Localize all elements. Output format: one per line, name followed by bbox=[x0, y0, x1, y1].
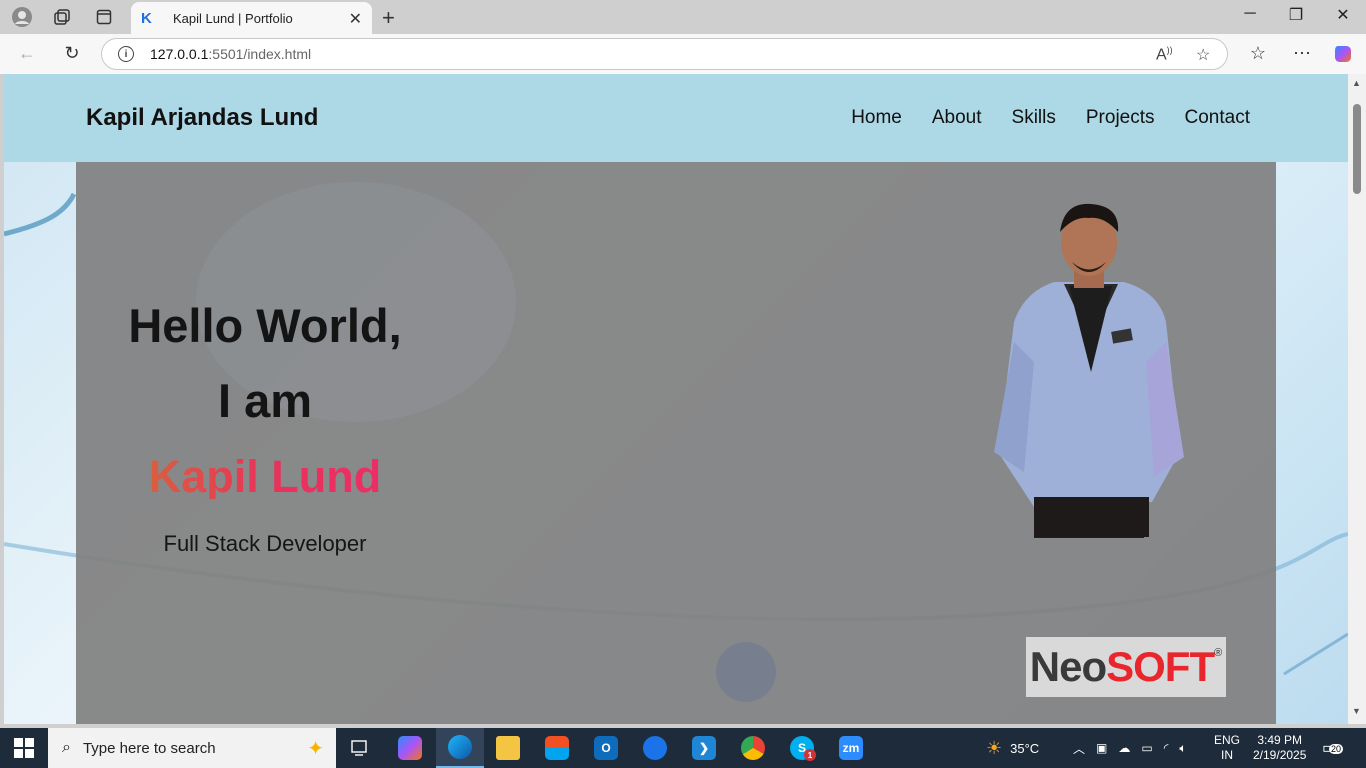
tab-actions-icon[interactable] bbox=[91, 5, 117, 29]
chrome-icon[interactable] bbox=[729, 728, 777, 768]
tab-portfolio[interactable]: K Kapil Lund | Portfolio ✕ bbox=[131, 2, 372, 34]
windows-start-icon[interactable] bbox=[14, 738, 34, 758]
new-tab-button[interactable]: + bbox=[382, 5, 395, 31]
hero-intro: I am bbox=[217, 374, 313, 427]
site-info-icon[interactable]: i bbox=[118, 46, 134, 62]
read-aloud-icon[interactable]: A)) bbox=[1156, 45, 1173, 64]
clock-date: 2/19/2025 bbox=[1253, 748, 1307, 762]
windows-taskbar: ⌕ Type here to search ✦ O ❯ S 1 zm ☀ 35°… bbox=[0, 728, 1366, 768]
hero-text: Hello World, I am Kapil Lund Full Stack … bbox=[76, 302, 454, 557]
tab-title: Kapil Lund | Portfolio bbox=[173, 10, 293, 26]
nav-home[interactable]: Home bbox=[851, 107, 902, 129]
microsoft-store-icon[interactable] bbox=[533, 728, 581, 768]
search-icon: ⌕ bbox=[62, 739, 71, 756]
search-highlight-icon[interactable]: ✦ bbox=[307, 736, 324, 761]
copilot-taskbar-icon[interactable] bbox=[386, 728, 434, 768]
close-window-icon[interactable]: ✕ bbox=[1328, 5, 1358, 25]
task-view-icon[interactable] bbox=[336, 728, 384, 768]
hero-section: Hello World, I am Kapil Lund Full Stack … bbox=[76, 162, 1276, 724]
edge-icon[interactable] bbox=[436, 728, 484, 768]
refresh-icon[interactable]: ↻ bbox=[60, 43, 84, 64]
notification-icon: ▭20 bbox=[1322, 738, 1344, 758]
back-icon[interactable]: ← bbox=[15, 43, 39, 64]
nav-contact[interactable]: Contact bbox=[1185, 107, 1250, 129]
scroll-up-icon[interactable]: ▲ bbox=[1352, 78, 1361, 88]
language-indicator[interactable]: ENG IN bbox=[1214, 728, 1240, 768]
taskbar-search[interactable]: ⌕ Type here to search ✦ bbox=[48, 728, 336, 768]
minimize-icon[interactable]: ─ bbox=[1235, 5, 1265, 23]
clock[interactable]: 3:49 PM 2/19/2025 bbox=[1253, 728, 1306, 768]
region-code: IN bbox=[1221, 748, 1233, 762]
skype-badge: 1 bbox=[804, 749, 816, 761]
hero-role: Full Stack Developer bbox=[163, 531, 367, 556]
device-icon[interactable]: ▣ bbox=[1096, 741, 1107, 755]
outlook-icon[interactable]: O bbox=[582, 728, 630, 768]
language-code: ENG bbox=[1214, 733, 1241, 747]
more-options-icon[interactable]: ⋯ bbox=[1290, 43, 1314, 64]
volume-icon[interactable]: 🔈︎ bbox=[1179, 741, 1186, 756]
file-explorer-icon[interactable] bbox=[484, 728, 532, 768]
close-tab-icon[interactable]: ✕ bbox=[349, 9, 362, 29]
workspaces-icon[interactable] bbox=[49, 5, 75, 29]
nav-projects[interactable]: Projects bbox=[1086, 107, 1155, 129]
weather-temp: 35°C bbox=[1010, 740, 1040, 756]
profile-icon[interactable] bbox=[9, 5, 35, 29]
favorites-icon[interactable]: ☆ bbox=[1246, 43, 1270, 64]
show-hidden-icons-icon[interactable]: ︿ bbox=[1073, 740, 1085, 757]
logo-registered-mark: ® bbox=[1214, 647, 1223, 659]
system-tray: ︿ ▣ ☁ ▭ ◜ 🔈︎ bbox=[1073, 728, 1187, 768]
neosoft-logo: Neo SOFT ® bbox=[1026, 637, 1226, 697]
url-path: :5501/index.html bbox=[208, 46, 312, 62]
notifications-button[interactable]: ▭20 bbox=[1322, 728, 1344, 768]
skype-icon[interactable]: S 1 bbox=[778, 728, 826, 768]
profile-photo bbox=[994, 203, 1184, 538]
logo-part-neo: Neo bbox=[1029, 643, 1107, 690]
logo-part-soft: SOFT bbox=[1106, 643, 1215, 690]
battery-icon[interactable]: ▭ bbox=[1141, 741, 1152, 755]
nav-skills[interactable]: Skills bbox=[1012, 107, 1056, 129]
browser-toolbar: ← ↻ i 127.0.0.1:5501/index.html A)) ☆ ☆ … bbox=[0, 34, 1366, 74]
portfolio-favicon-icon: K bbox=[141, 9, 152, 27]
favorite-star-icon[interactable]: ☆ bbox=[1196, 45, 1210, 65]
main-nav: Home About Skills Projects Contact bbox=[851, 107, 1250, 129]
hero-name: Kapil Lund bbox=[76, 454, 454, 499]
url-host: 127.0.0.1 bbox=[150, 46, 209, 62]
scroll-thumb[interactable] bbox=[1353, 104, 1361, 194]
nav-about[interactable]: About bbox=[932, 107, 982, 129]
vscode-icon[interactable]: ❯ bbox=[680, 728, 728, 768]
wifi-icon[interactable]: ◜ bbox=[1164, 741, 1169, 755]
search-placeholder: Type here to search bbox=[82, 739, 216, 757]
restore-icon[interactable]: ❐ bbox=[1281, 5, 1311, 25]
site-header: Kapil Arjandas Lund Home About Skills Pr… bbox=[4, 74, 1348, 162]
page-scrollbar[interactable]: ▲ ▼ bbox=[1348, 74, 1366, 724]
background-dot bbox=[716, 642, 776, 702]
clock-time: 3:49 PM bbox=[1257, 733, 1303, 747]
browser-tab-strip: K Kapil Lund | Portfolio ✕ + ─ ❐ ✕ bbox=[0, 0, 1366, 34]
weather-icon: ☀ bbox=[986, 737, 1003, 758]
weather-widget[interactable]: ☀ 35°C bbox=[986, 728, 1039, 768]
site-brand[interactable]: Kapil Arjandas Lund bbox=[86, 104, 318, 132]
address-bar[interactable]: i 127.0.0.1:5501/index.html A)) ☆ bbox=[101, 38, 1228, 70]
page-viewport: Kapil Arjandas Lund Home About Skills Pr… bbox=[4, 74, 1348, 724]
notification-count: 20 bbox=[1329, 744, 1344, 754]
scroll-down-icon[interactable]: ▼ bbox=[1352, 706, 1361, 716]
onedrive-cloud-icon[interactable]: ☁ bbox=[1118, 741, 1130, 755]
hero-greeting: Hello World, bbox=[128, 299, 402, 352]
zoom-icon[interactable]: zm bbox=[827, 728, 875, 768]
browser-icon[interactable] bbox=[631, 728, 679, 768]
copilot-icon[interactable] bbox=[1331, 43, 1355, 70]
